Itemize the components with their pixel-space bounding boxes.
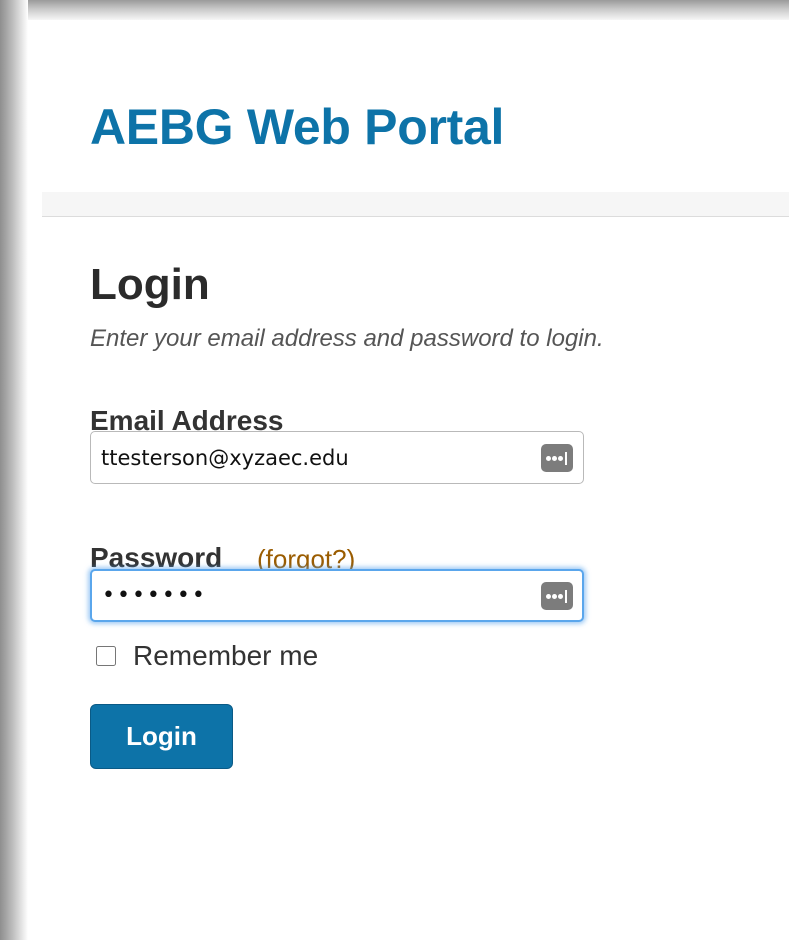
browser-viewport: AEBG Web Portal Login Enter your email a… [0, 0, 789, 940]
remember-me-row[interactable]: Remember me [96, 638, 318, 674]
email-input[interactable] [101, 432, 531, 483]
portal-title: AEBG Web Portal [90, 99, 505, 155]
email-field-container [90, 431, 584, 484]
login-page: AEBG Web Portal Login Enter your email a… [28, 20, 789, 940]
password-manager-key-icon[interactable] [541, 582, 573, 610]
password-field-container [90, 569, 584, 622]
header-divider [42, 192, 789, 217]
remember-me-checkbox[interactable] [96, 646, 116, 666]
login-heading: Login [90, 260, 210, 309]
remember-me-label: Remember me [133, 640, 319, 671]
login-button[interactable]: Login [90, 704, 233, 769]
window-shadow-left [0, 0, 28, 940]
password-manager-key-icon[interactable] [541, 444, 573, 472]
password-input[interactable] [102, 571, 532, 620]
window-shadow-top [0, 0, 789, 22]
login-instructions: Enter your email address and password to… [90, 325, 604, 352]
